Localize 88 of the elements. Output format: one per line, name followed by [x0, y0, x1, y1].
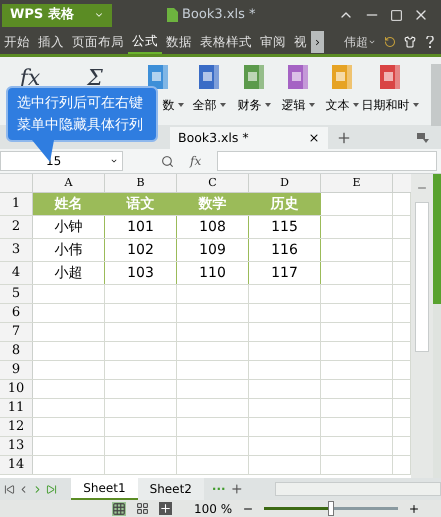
zoom-slider[interactable] — [264, 501, 398, 516]
menu-tab[interactable]: 开始 — [0, 30, 34, 54]
caret-icon — [178, 103, 184, 107]
table-cell: 语文 — [105, 193, 177, 215]
table-cell: 小伟 — [33, 239, 105, 261]
row-header[interactable]: 1 — [0, 193, 33, 215]
table-cell: 小超 — [33, 262, 105, 284]
first-sheet-icon[interactable] — [4, 484, 15, 494]
table-cell: 109 — [177, 239, 249, 261]
table-cell: 数学 — [177, 193, 249, 215]
horizontal-scrollbar[interactable] — [275, 482, 441, 496]
column-header[interactable]: D — [249, 174, 321, 192]
table-cell: 116 — [249, 239, 321, 261]
row-header[interactable]: 9 — [0, 361, 33, 379]
new-tab-icon[interactable] — [336, 130, 352, 146]
ribbon-button[interactable]: 日期和时 — [362, 96, 418, 114]
menu-tab[interactable]: 公式 — [128, 30, 162, 54]
row-header[interactable]: 14 — [0, 456, 33, 474]
ribbon-button[interactable]: 逻辑 — [282, 96, 314, 114]
table-cell: 102 — [105, 239, 177, 261]
caret-icon[interactable] — [110, 157, 118, 165]
caret-icon — [352, 103, 358, 107]
column-header[interactable]: A — [33, 174, 105, 192]
caret-icon — [264, 103, 270, 107]
row-header[interactable]: 6 — [0, 304, 33, 322]
table-cell: 历史 — [249, 193, 321, 215]
caret-icon — [308, 103, 314, 107]
table-cell: 小钟 — [33, 216, 105, 238]
add-sheet-icon[interactable] — [230, 482, 244, 496]
table-cell: 101 — [105, 216, 177, 238]
page-layout-icon[interactable] — [159, 502, 172, 515]
spreadsheet-file-icon — [166, 8, 178, 22]
caret-icon — [412, 103, 418, 107]
ribbon-button[interactable]: 数 — [162, 96, 184, 114]
tooltip-text: 菜单中隐藏具体行列 — [17, 116, 144, 135]
last-sheet-icon[interactable] — [46, 484, 57, 494]
menu-tab[interactable]: 数据 — [162, 30, 196, 54]
menu-tab[interactable]: 页面布局 — [68, 30, 128, 54]
vertical-scrollbar[interactable] — [411, 174, 433, 478]
sheet-tab[interactable]: Sheet1 — [71, 478, 138, 500]
row-header[interactable]: 10 — [0, 380, 33, 398]
maximize-icon[interactable] — [390, 8, 403, 22]
formula-input[interactable] — [217, 151, 437, 171]
help-icon[interactable] — [424, 35, 436, 49]
tooltip-text: 选中行列后可在右键 — [17, 94, 144, 113]
column-header[interactable]: B — [105, 174, 177, 192]
zoom-level: 100 % — [194, 500, 232, 517]
caret-icon[interactable] — [368, 38, 376, 46]
tab-menu-icon[interactable] — [417, 133, 429, 143]
zoom-in-icon[interactable] — [408, 502, 420, 514]
row-header[interactable]: 12 — [0, 418, 33, 436]
page-break-view-icon[interactable] — [136, 502, 149, 515]
ribbon-button[interactable]: 财务 — [238, 96, 270, 114]
normal-view-icon[interactable] — [112, 502, 126, 516]
row-header[interactable]: 13 — [0, 437, 33, 455]
table-cell: 115 — [249, 216, 321, 238]
chevron-right-icon — [313, 38, 322, 46]
search-icon[interactable] — [161, 154, 174, 168]
row-header[interactable]: 3 — [0, 239, 33, 261]
caret-icon — [220, 103, 226, 107]
ribbon-button[interactable]: 文本 — [326, 96, 358, 114]
sheet-tab[interactable]: Sheet2 — [138, 478, 204, 500]
row-header[interactable]: 7 — [0, 323, 33, 341]
table-cell: 110 — [177, 262, 249, 284]
app-menu-button[interactable]: WPS 表格 — [2, 4, 112, 26]
function-button[interactable]: fx — [190, 152, 202, 170]
menu-tab[interactable]: 审阅 — [256, 30, 290, 54]
row-header[interactable]: 8 — [0, 342, 33, 360]
table-cell: 103 — [105, 262, 177, 284]
table-cell: 姓名 — [33, 193, 105, 215]
menu-tab[interactable]: 插入 — [34, 30, 68, 54]
close-tab-icon[interactable] — [308, 132, 320, 144]
menu-tab[interactable]: 视 — [290, 30, 311, 54]
column-header[interactable]: E — [321, 174, 393, 192]
row-header[interactable]: 2 — [0, 216, 33, 238]
column-header[interactable]: C — [177, 174, 249, 192]
row-header[interactable]: 11 — [0, 399, 33, 417]
window-title: Book3.xls * — [182, 6, 256, 24]
menu-tab[interactable]: 表格样式 — [196, 30, 256, 54]
refresh-icon[interactable] — [384, 36, 396, 48]
table-cell: 108 — [177, 216, 249, 238]
table-cell: 117 — [249, 262, 321, 284]
row-header[interactable]: 5 — [0, 285, 33, 303]
document-tab[interactable]: Book3.xls * — [170, 127, 328, 149]
row-header[interactable]: 4 — [0, 262, 33, 284]
user-name[interactable]: 伟超 — [344, 33, 368, 51]
ribbon-button[interactable]: 全部 — [192, 96, 226, 114]
shirt-icon[interactable] — [404, 36, 416, 48]
